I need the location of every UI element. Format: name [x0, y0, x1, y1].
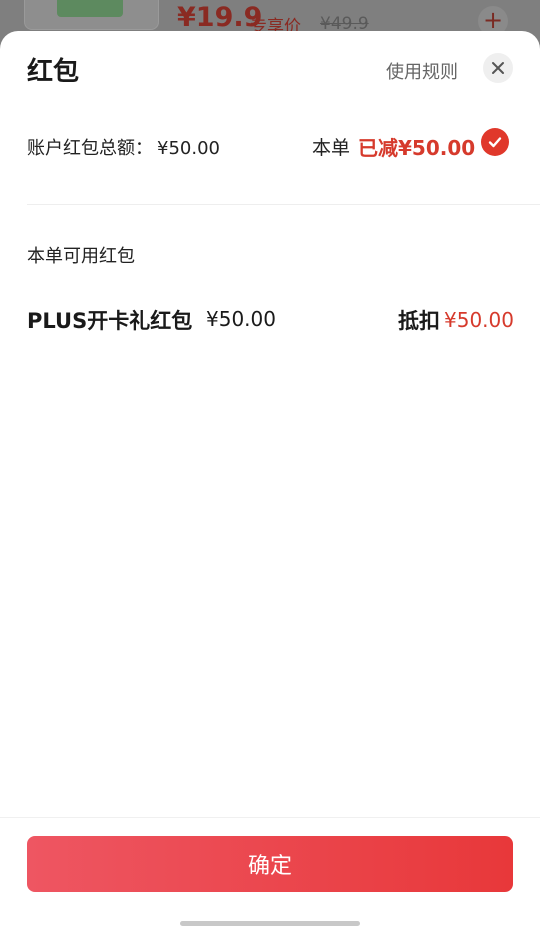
close-icon	[492, 62, 504, 74]
home-indicator	[180, 921, 360, 926]
sheet-title: 红包	[27, 57, 80, 87]
reduced-amount: 已减¥50.00	[358, 136, 476, 160]
deduct-label: 抵扣	[398, 309, 440, 333]
red-packet-sheet: 红包 使用规则 账户红包总额： ¥50.00 本单 已减¥50.00 本单可用红包…	[0, 31, 540, 941]
usage-rules-link[interactable]: 使用规则	[386, 58, 458, 84]
footer-divider	[0, 817, 540, 818]
account-total-label: 账户红包总额：	[27, 138, 153, 159]
divider	[27, 204, 540, 205]
red-packet-name: PLUS开卡礼红包	[27, 309, 193, 333]
red-packet-amount: ¥50.00	[206, 307, 276, 331]
confirm-button[interactable]: 确定	[27, 836, 513, 892]
deduct-amount: ¥50.00	[444, 308, 514, 332]
account-total: 账户红包总额： ¥50.00	[27, 134, 220, 160]
order-label: 本单	[312, 137, 351, 159]
close-button[interactable]	[483, 53, 513, 83]
account-total-value: ¥50.00	[157, 138, 220, 159]
product-thumbnail	[24, 0, 159, 30]
checkmark-icon	[488, 137, 502, 148]
available-section-label: 本单可用红包	[27, 246, 135, 267]
use-red-packet-checkbox[interactable]	[481, 128, 509, 156]
